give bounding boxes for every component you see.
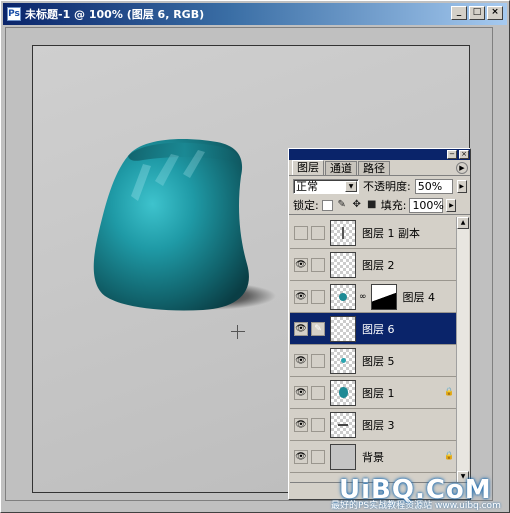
chain-icon: ∞ bbox=[359, 291, 367, 302]
brush-icon[interactable]: ✎ bbox=[311, 321, 325, 336]
lock-icon: 🔒 bbox=[444, 387, 454, 396]
eye-icon[interactable]: 👁 bbox=[294, 289, 308, 304]
title-bar[interactable]: Ps 未标题-1 @ 100% (图层 6, RGB) _ □ × bbox=[3, 3, 507, 25]
eye-icon[interactable]: 👁 bbox=[294, 417, 308, 432]
watermark-subtitle: 最好的PS实战教程资源站 www.uibq.com bbox=[331, 501, 501, 511]
layer-name[interactable]: 图层 6 bbox=[362, 321, 395, 337]
layer-mask-thumbnail[interactable] bbox=[370, 283, 397, 310]
layer-row[interactable]: 👁 图层 1 🔒 bbox=[290, 377, 457, 409]
layer-thumbnail bbox=[330, 379, 356, 406]
layers-scrollbar[interactable]: ▲ ▼ bbox=[456, 217, 469, 483]
layer-row[interactable]: 👁 背景 🔒 bbox=[290, 441, 457, 473]
layer-row[interactable]: 👁 ∞ 图层 4 bbox=[290, 281, 457, 313]
layer-name[interactable]: 图层 1 bbox=[362, 385, 395, 401]
layer-name[interactable]: 图层 2 bbox=[362, 257, 395, 273]
layer-name[interactable]: 图层 1 副本 bbox=[362, 225, 420, 241]
eye-icon[interactable]: 👁 bbox=[294, 257, 308, 272]
fill-label: 填充: bbox=[380, 199, 407, 212]
fill-slider-button[interactable]: ▶ bbox=[446, 198, 457, 212]
layer-thumbnail bbox=[330, 219, 356, 246]
blend-mode-value: 正常 bbox=[296, 179, 318, 193]
palette-tabs: 图层 通道 路径 ▶ bbox=[289, 160, 470, 176]
scroll-up-arrow-icon[interactable]: ▲ bbox=[457, 217, 469, 229]
layer-name[interactable]: 图层 5 bbox=[362, 353, 395, 369]
fill-input[interactable]: 100% bbox=[409, 197, 444, 213]
minimize-button[interactable]: _ bbox=[451, 6, 467, 20]
document-window: Ps 未标题-1 @ 100% (图层 6, RGB) _ □ × − × 图层… bbox=[0, 0, 510, 513]
lock-label: 锁定: bbox=[293, 199, 319, 212]
eye-icon[interactable]: 👁 bbox=[294, 321, 308, 336]
link-toggle[interactable] bbox=[311, 225, 325, 240]
lock-fill-row: 锁定: ✎ ✥ ■ 填充: 100% ▶ bbox=[289, 196, 470, 215]
link-toggle[interactable] bbox=[311, 449, 325, 464]
layer-row[interactable]: 👁 图层 5 bbox=[290, 345, 457, 377]
window-title: 未标题-1 @ 100% (图层 6, RGB) bbox=[25, 8, 205, 21]
lock-all-icon[interactable]: ■ bbox=[366, 199, 378, 211]
palette-minimize-button[interactable]: − bbox=[447, 150, 457, 159]
layer-thumbnail bbox=[330, 315, 356, 342]
layers-list[interactable]: 图层 1 副本 👁 图层 2 👁 ∞ 图层 4 👁 ✎ 图层 6 👁 图层 5 … bbox=[290, 217, 457, 483]
link-toggle[interactable] bbox=[311, 385, 325, 400]
visibility-toggle[interactable] bbox=[294, 225, 308, 240]
layer-thumbnail bbox=[330, 347, 356, 374]
tab-layers[interactable]: 图层 bbox=[292, 160, 324, 175]
palette-title-bar[interactable]: − × bbox=[289, 149, 470, 160]
layer-name[interactable]: 图层 3 bbox=[362, 417, 395, 433]
lock-transparency-checkbox[interactable] bbox=[321, 199, 333, 211]
eye-icon[interactable]: 👁 bbox=[294, 353, 308, 368]
lock-paint-icon[interactable]: ✎ bbox=[336, 199, 348, 211]
layer-name[interactable]: 背景 bbox=[362, 449, 384, 465]
maximize-button[interactable]: □ bbox=[469, 6, 485, 20]
layer-thumbnail bbox=[330, 251, 356, 278]
opacity-input[interactable]: 50% bbox=[414, 178, 453, 194]
eye-icon[interactable]: 👁 bbox=[294, 385, 308, 400]
layer-thumbnail bbox=[330, 283, 356, 310]
chevron-down-icon[interactable]: ▼ bbox=[345, 180, 357, 192]
layer-row[interactable]: 👁 图层 2 bbox=[290, 249, 457, 281]
blend-mode-select[interactable]: 正常 ▼ bbox=[293, 178, 359, 194]
close-button[interactable]: × bbox=[487, 6, 503, 20]
tab-channels[interactable]: 通道 bbox=[325, 161, 357, 175]
layers-palette[interactable]: − × 图层 通道 路径 ▶ 正常 ▼ 不透明度: 50% ▶ 锁定: ✎ ✥ … bbox=[288, 148, 471, 500]
layer-name[interactable]: 图层 4 bbox=[403, 289, 436, 305]
link-toggle[interactable] bbox=[311, 353, 325, 368]
crosshair-cursor bbox=[231, 325, 245, 339]
layer-row[interactable]: 图层 1 副本 bbox=[290, 217, 457, 249]
lock-icon: 🔒 bbox=[444, 451, 454, 460]
tab-paths[interactable]: 路径 bbox=[358, 161, 390, 175]
layer-thumbnail bbox=[330, 411, 356, 438]
blend-opacity-row: 正常 ▼ 不透明度: 50% ▶ bbox=[289, 176, 470, 196]
lock-move-icon[interactable]: ✥ bbox=[351, 199, 363, 211]
opacity-slider-button[interactable]: ▶ bbox=[456, 179, 467, 193]
link-toggle[interactable] bbox=[311, 257, 325, 272]
link-toggle[interactable] bbox=[311, 417, 325, 432]
link-toggle[interactable] bbox=[311, 289, 325, 304]
layer-thumbnail bbox=[330, 443, 356, 470]
opacity-label: 不透明度: bbox=[363, 180, 411, 193]
palette-close-button[interactable]: × bbox=[459, 150, 469, 159]
palette-menu-button[interactable]: ▶ bbox=[456, 162, 468, 174]
photoshop-icon: Ps bbox=[7, 7, 21, 21]
layer-row-selected[interactable]: 👁 ✎ 图层 6 bbox=[290, 313, 457, 345]
layer-row[interactable]: 👁 图层 3 bbox=[290, 409, 457, 441]
eye-icon[interactable]: 👁 bbox=[294, 449, 308, 464]
